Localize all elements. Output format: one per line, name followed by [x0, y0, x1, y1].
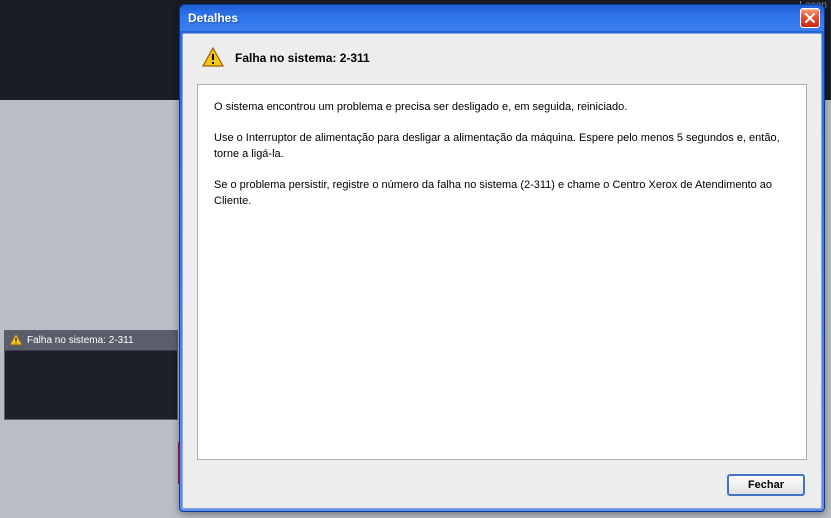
status-box-title: Falha no sistema: 2-311: [5, 331, 177, 349]
message-paragraph-2: Use o Interruptor de alimentação para de…: [214, 130, 790, 163]
dialog-header-title: Falha no sistema: 2-311: [235, 51, 370, 65]
window-close-button[interactable]: [800, 8, 820, 28]
message-paragraph-1: O sistema encontrou um problema e precis…: [214, 99, 790, 116]
dialog-body: Falha no sistema: 2-311 O sistema encont…: [182, 33, 822, 509]
dialog-window-title: Detalhes: [188, 11, 800, 25]
message-box: O sistema encontrou um problema e precis…: [197, 84, 807, 460]
status-box-title-text: Falha no sistema: 2-311: [27, 335, 134, 346]
dialog-footer: Fechar: [197, 474, 807, 496]
dialog-titlebar[interactable]: Detalhes: [180, 5, 824, 31]
warning-icon: [9, 333, 23, 347]
close-icon: [805, 13, 815, 23]
dialog-header: Falha no sistema: 2-311: [197, 46, 807, 70]
details-dialog: Detalhes Falha no sistema: 2-311 O siste…: [179, 4, 825, 512]
warning-icon: [201, 46, 225, 70]
message-paragraph-3: Se o problema persistir, registre o núme…: [214, 177, 790, 210]
close-button[interactable]: Fechar: [727, 474, 805, 496]
status-box: Falha no sistema: 2-311: [4, 330, 178, 420]
